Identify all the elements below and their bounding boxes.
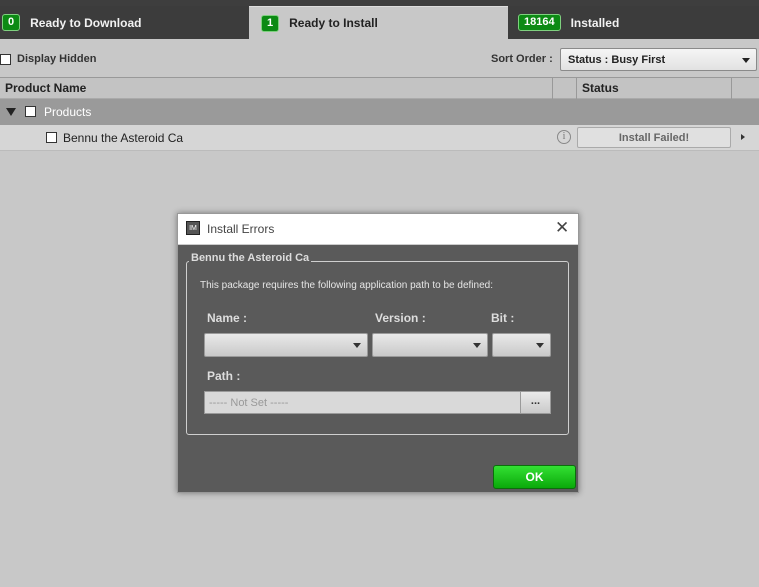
group-checkbox[interactable] (25, 106, 36, 117)
tab-ready-to-download[interactable]: 0 Ready to Download (0, 6, 249, 39)
toolbar: Display Hidden Sort Order : Status : Bus… (0, 44, 759, 76)
column-divider (576, 78, 577, 99)
item-checkbox[interactable] (46, 132, 57, 143)
ok-button[interactable]: OK (493, 465, 576, 489)
app-icon: IM (186, 221, 200, 235)
tab-label: Installed (570, 15, 620, 30)
name-dropdown[interactable] (204, 333, 368, 357)
path-label: Path : (207, 369, 241, 383)
chevron-down-icon (473, 343, 481, 348)
info-icon[interactable]: i (557, 130, 571, 144)
fieldset-title: Bennu the Asteroid Ca (189, 252, 312, 264)
tab-label: Ready to Install (289, 16, 378, 30)
version-label: Version : (375, 311, 426, 325)
expand-triangle-icon[interactable] (6, 108, 16, 116)
product-name: Bennu the Asteroid Ca (63, 131, 184, 145)
package-fieldset: Bennu the Asteroid Ca This package requi… (186, 252, 569, 435)
tab-installed[interactable]: 18164 Installed (508, 6, 759, 39)
column-header-status[interactable]: Status (582, 81, 619, 95)
grid-header: Product Name Status (0, 77, 759, 99)
column-divider (552, 78, 553, 99)
ok-label: OK (525, 470, 544, 484)
tab-ready-to-install[interactable]: 1 Ready to Install (249, 6, 508, 39)
path-input[interactable]: ----- Not Set ----- (204, 391, 521, 414)
count-badge: 0 (2, 14, 21, 31)
count-badge: 18164 (518, 14, 561, 31)
dialog-message: This package requires the following appl… (200, 280, 493, 291)
tab-label: Ready to Download (30, 15, 142, 30)
tab-bar: 0 Ready to Download 1 Ready to Install 1… (0, 6, 759, 39)
dialog-titlebar: IM Install Errors ✕ (178, 214, 578, 245)
bit-dropdown[interactable] (492, 333, 551, 357)
group-label: Products (44, 105, 92, 119)
column-divider (731, 78, 732, 99)
browse-label: ... (530, 395, 541, 407)
chevron-down-icon (536, 343, 544, 348)
close-icon[interactable]: ✕ (555, 219, 569, 236)
expand-arrow-icon[interactable] (741, 134, 745, 140)
install-errors-dialog: IM Install Errors ✕ Bennu the Asteroid C… (177, 213, 579, 493)
install-failed-status[interactable]: Install Failed! (577, 127, 731, 148)
sort-order-label: Sort Order : (491, 53, 553, 65)
display-hidden-label: Display Hidden (17, 53, 97, 65)
display-hidden-checkbox[interactable] (0, 54, 11, 65)
version-dropdown[interactable] (372, 333, 488, 357)
bit-label: Bit : (491, 311, 515, 325)
status-text: Install Failed! (618, 131, 690, 144)
count-badge: 1 (261, 14, 280, 32)
table-row[interactable]: Bennu the Asteroid Ca i Install Failed! (0, 125, 759, 151)
group-row[interactable]: Products (0, 99, 759, 125)
browse-button[interactable]: ... (520, 391, 551, 414)
path-placeholder: ----- Not Set ----- (209, 397, 289, 409)
sort-order-dropdown[interactable]: Status : Busy First (560, 48, 757, 71)
sort-order-value: Status : Busy First (568, 53, 666, 66)
dialog-title: Install Errors (207, 222, 275, 236)
chevron-down-icon (353, 343, 361, 348)
name-label: Name : (207, 311, 248, 325)
chevron-down-icon (742, 57, 750, 63)
column-header-product[interactable]: Product Name (5, 81, 86, 95)
